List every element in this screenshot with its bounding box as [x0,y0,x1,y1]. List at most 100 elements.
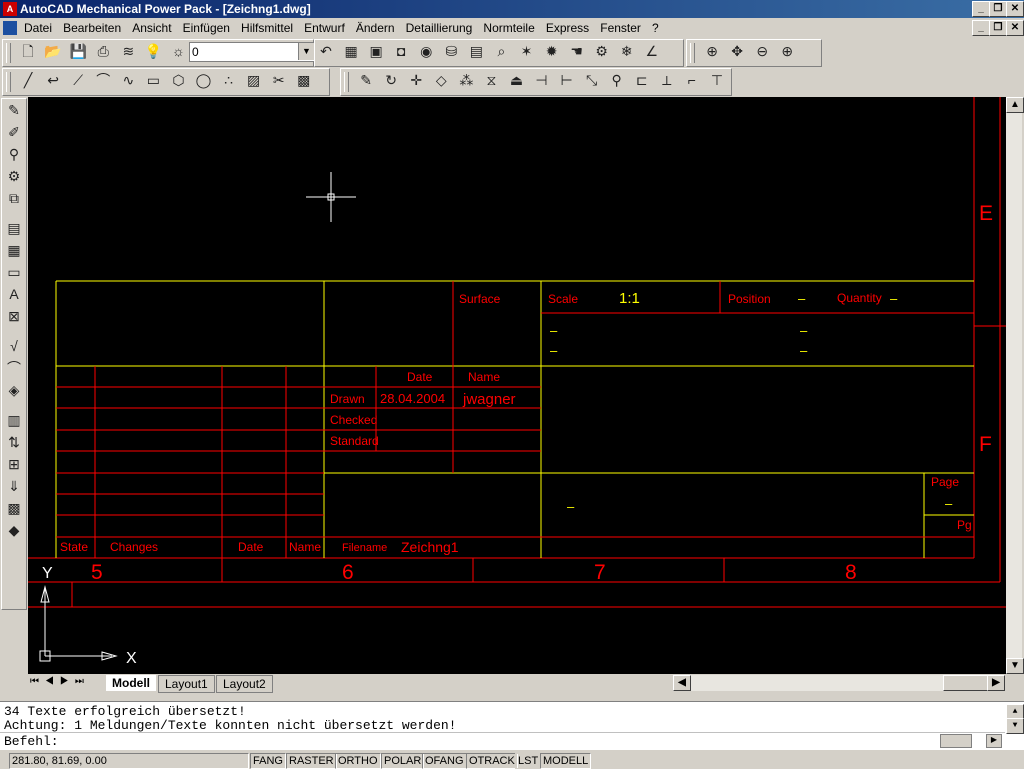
lst-toggle[interactable]: LST [515,753,542,769]
left-tool-2-icon[interactable]: ✐ [3,121,25,143]
document-icon[interactable] [3,21,17,35]
left-tool-1-icon[interactable]: ✎ [3,99,25,121]
snowflake-icon[interactable]: ❄ [616,40,638,62]
copy-icon[interactable]: ⁂ [455,69,477,91]
table-icon[interactable]: ▤ [465,40,487,62]
menu-datei[interactable]: Datei [20,18,56,38]
coordinate-display[interactable]: 281.80, 81.69, 0.00 [9,753,249,769]
text-icon[interactable]: A [3,283,25,305]
scale-icon[interactable]: ⤡ [581,69,603,91]
hand-icon[interactable]: ☚ [566,40,588,62]
menu-hilfsmittel[interactable]: Hilfsmittel [237,18,297,38]
construction-line-icon[interactable]: ↩ [42,69,64,91]
left-tool-3-icon[interactable]: ⚲ [3,143,25,165]
break-icon[interactable]: ⊏ [631,69,653,91]
move-icon[interactable]: ✛ [405,69,427,91]
polar-toggle[interactable]: POLAR [381,753,425,769]
sun-icon[interactable]: ☼ [167,40,189,62]
menu-einfuegen[interactable]: Einfügen [179,18,234,38]
doc-restore-icon[interactable]: ❐ [989,20,1007,36]
dimension-icon[interactable]: ∠ [641,40,663,62]
left-tool-7-icon[interactable]: ▦ [3,239,25,261]
find-icon[interactable]: ⌕ [490,40,512,62]
trim-icon[interactable]: ✂ [268,69,290,91]
edit-icon[interactable]: ✎ [355,69,377,91]
region-icon[interactable]: ▩ [293,69,315,91]
ofang-toggle[interactable]: OFANG [422,753,467,769]
spark-icon[interactable]: ✶ [516,40,538,62]
menu-ansicht[interactable]: Ansicht [128,18,175,38]
left-tool-8-icon[interactable]: ▭ [3,261,25,283]
scroll-left-icon[interactable]: ◀ [673,675,691,691]
database-icon[interactable]: ⛁ [440,40,462,62]
chamfer-icon[interactable]: ⟂ [656,69,678,91]
chevron-down-icon[interactable]: ▼ [298,43,314,60]
left-tool-9-icon[interactable]: ⊠ [3,305,25,327]
polygon-icon[interactable]: ⬡ [167,69,189,91]
mirror-icon[interactable]: ⧖ [480,69,502,91]
menu-aendern[interactable]: Ändern [352,18,399,38]
modell-toggle[interactable]: MODELL [540,753,592,769]
close-icon[interactable]: ✕ [1006,1,1024,17]
gear-icon[interactable]: ⚙ [591,40,613,62]
menu-fenster[interactable]: Fenster [596,18,645,38]
tab-nav-icons[interactable]: ⏮◀▶⏭ [30,676,90,687]
block-icon[interactable]: ◘ [390,40,412,62]
menu-normteile[interactable]: Normteile [479,18,538,38]
fillet-icon[interactable]: ⌐ [681,69,703,91]
zoom-window-icon[interactable]: ⊕ [701,40,723,62]
cmd-hscroll-left[interactable] [940,734,972,748]
ortho-toggle[interactable]: ORTHO [335,753,381,769]
left-tool-17-icon[interactable]: ▩ [3,497,25,519]
raster-toggle[interactable]: RASTER [286,753,337,769]
menu-detaillierung[interactable]: Detaillierung [402,18,477,38]
vertical-scrollbar[interactable]: ▲ ▼ [1006,97,1024,674]
drawing-area[interactable]: Surface Scale Position Quantity Date Nam… [28,97,1006,674]
layer-select[interactable]: 0 ▼ [189,42,315,62]
left-tool-6-icon[interactable]: ▤ [3,217,25,239]
minimize-icon[interactable]: _ [972,1,990,17]
cmd-hscroll-right-icon[interactable]: ▶ [986,734,1002,748]
zoom-out-icon[interactable]: ⊖ [751,40,773,62]
doc-minimize-icon[interactable]: _ [972,20,990,36]
tab-layout1[interactable]: Layout1 [158,675,215,693]
tab-layout2[interactable]: Layout2 [216,675,273,693]
spline-icon[interactable]: ∿ [117,69,139,91]
line-icon[interactable]: ╱ [17,69,39,91]
cmd-scroll-down-icon[interactable]: ▼ [1006,718,1024,734]
menu-express[interactable]: Express [542,18,593,38]
erase-icon[interactable]: ◇ [430,69,452,91]
scroll-right-icon[interactable]: ▶ [987,675,1005,691]
rectangle-icon[interactable]: ▭ [142,69,164,91]
undo-icon[interactable]: ↶ [315,40,337,62]
extend-icon[interactable]: ⚲ [606,69,628,91]
offset-icon[interactable]: ⏏ [505,69,527,91]
rotate-icon[interactable]: ↻ [380,69,402,91]
horizontal-scrollbar[interactable]: ◀ ▶ [673,675,1005,691]
scroll-up-icon[interactable]: ▲ [1006,97,1024,113]
array-icon[interactable]: ⊣ [531,69,553,91]
circle-icon[interactable]: ◯ [193,69,215,91]
restore-icon[interactable]: ❐ [989,1,1007,17]
left-tool-4-icon[interactable]: ⚙ [3,165,25,187]
print-icon[interactable]: ⎙ [92,40,114,62]
command-window[interactable]: 34 Texte erfolgreich übersetzt! Achtung:… [0,701,1024,750]
app-icon[interactable]: A [3,2,17,16]
zoom-in-icon[interactable]: ⊕ [776,40,798,62]
explode-icon[interactable]: ⊤ [706,69,728,91]
menu-help[interactable]: ? [648,18,663,38]
menu-bearbeiten[interactable]: Bearbeiten [59,18,125,38]
menu-entwurf[interactable]: Entwurf [300,18,349,38]
save-icon[interactable]: 💾 [67,40,89,62]
left-tool-11-icon[interactable]: ⌒ [3,357,25,379]
left-tool-18-icon[interactable]: ◆ [3,519,25,541]
fang-toggle[interactable]: FANG [250,753,286,769]
left-tool-14-icon[interactable]: ⇅ [3,431,25,453]
layers-icon[interactable]: ≋ [117,40,139,62]
burst-icon[interactable]: ✹ [541,40,563,62]
stretch-icon[interactable]: ⊢ [556,69,578,91]
left-tool-15-icon[interactable]: ⊞ [3,453,25,475]
left-tool-13-icon[interactable]: ▥ [3,409,25,431]
open-folder-icon[interactable]: 📂 [42,40,64,62]
left-tool-5-icon[interactable]: ⧉ [3,187,25,209]
